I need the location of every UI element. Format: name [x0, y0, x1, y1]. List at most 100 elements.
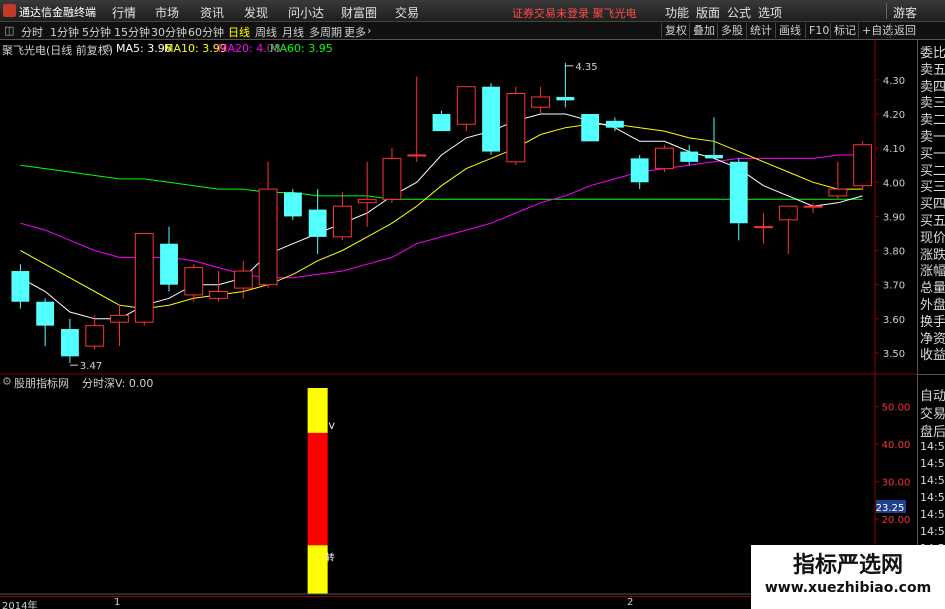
candle — [407, 76, 427, 162]
candle-body — [134, 232, 154, 323]
menu-formula[interactable]: 公式 — [727, 4, 751, 21]
candle — [605, 117, 624, 132]
sidebar-item: 收益 — [920, 348, 945, 364]
candle — [110, 305, 129, 347]
candle — [803, 202, 823, 213]
candle-body — [853, 144, 873, 187]
menu-discover[interactable]: 发现 — [244, 4, 268, 21]
f10-button[interactable]: F10 — [805, 23, 832, 38]
indicator-bar-middle — [307, 432, 328, 546]
tab-1min[interactable]: 1分钟 — [50, 24, 79, 40]
stats-button[interactable]: 统计 — [746, 23, 775, 38]
candle-body — [85, 325, 105, 347]
price-tick-label: 3.70 — [883, 281, 905, 292]
menu-options[interactable]: 选项 — [758, 4, 782, 21]
high-marker-label: 4.35 — [575, 62, 597, 73]
back-button[interactable]: 返回 — [890, 23, 919, 38]
ind-tick-label: 30.00 — [882, 478, 911, 489]
candle-body — [581, 114, 600, 142]
indicator-bar-bottom — [307, 545, 328, 594]
candle-body — [605, 120, 624, 128]
ma60-value: MA60: 3.95 — [270, 42, 333, 55]
sidebar-divider — [918, 374, 945, 375]
draw-line-button[interactable]: 画线 — [775, 23, 804, 38]
menu-quotes[interactable]: 行情 — [112, 4, 136, 21]
tab-monthly[interactable]: 月线 — [282, 24, 304, 40]
candle-body — [110, 314, 129, 323]
candle — [680, 144, 699, 166]
sidebar-lower-item: 交易 — [920, 407, 945, 422]
quote-sidebar: 委比 卖五 卖四 卖三 卖二 卖一 买一 买二 买三 买四 买五 现价 涨跌 涨幅 总量 外盘 换手 净资 收益 自动… — [917, 40, 945, 609]
menu-wealth[interactable]: 财富圈 — [341, 4, 377, 21]
panel-toggle-icon[interactable]: ◫ — [4, 24, 14, 37]
watermark-url: www.xuezhibiao.com — [764, 580, 932, 596]
watermark-title: 指标严选网 — [792, 553, 903, 578]
indicator-info-line: ⚙ 股朋指标网 分时深V: 0.00 — [0, 374, 915, 390]
indicator-settings-icon[interactable]: ⚙ — [2, 375, 12, 388]
candle — [36, 298, 55, 347]
tab-5min[interactable]: 5分钟 — [82, 24, 111, 40]
tab-15min[interactable]: 15分钟 — [114, 24, 150, 40]
chart-info-line: 聚飞光电(日线 前复权) ⚙ MA5: 3.96 MA10: 3.99 MA20… — [0, 40, 915, 57]
menu-layout[interactable]: 版面 — [696, 4, 720, 21]
tab-daily[interactable]: 日线 — [228, 24, 250, 40]
candle-body — [531, 96, 551, 108]
candle-body — [258, 188, 278, 286]
candle-body — [432, 114, 451, 132]
title-separator — [886, 3, 887, 19]
sidebar-time: 14:56 — [920, 440, 945, 453]
ind-highlight-label: 23.25 — [876, 503, 905, 514]
candle — [85, 315, 105, 350]
candle — [531, 86, 551, 115]
candle — [729, 158, 748, 241]
tab-weekly[interactable]: 周线 — [255, 24, 277, 40]
tab-60min[interactable]: 60分钟 — [188, 24, 224, 40]
candle — [556, 62, 575, 108]
indicator-name: 股朋指标网 — [14, 377, 69, 390]
price-tick-label: 4.10 — [883, 144, 905, 155]
title-bar: 通达信金融终端 行情 市场 资讯 发现 问小达 财富圈 交易 证券交易未登录 聚… — [0, 0, 945, 22]
candle-body — [332, 205, 352, 238]
candle — [705, 117, 723, 159]
candle-body — [680, 151, 699, 162]
menu-news[interactable]: 资讯 — [200, 4, 224, 21]
price-tick-label: 4.30 — [883, 76, 905, 87]
candlestick-series: 4.35 3.47 — [11, 62, 873, 372]
menu-function[interactable]: 功能 — [665, 4, 689, 21]
candle — [778, 205, 798, 254]
low-marker-label: 3.47 — [80, 361, 102, 372]
candle-body — [209, 291, 228, 299]
guest-label[interactable]: 游客 — [893, 4, 917, 21]
candle-body — [506, 93, 526, 163]
menu-trade[interactable]: 交易 — [395, 4, 419, 21]
candle-body — [308, 209, 327, 237]
menu-ask[interactable]: 问小达 — [288, 4, 324, 21]
overlay-button[interactable]: 叠加 — [689, 23, 718, 38]
price-axis: 4.30 4.20 4.10 4.00 3.90 3.80 3.70 3.60 3.50 50.0… — [875, 76, 910, 526]
tab-multi-period[interactable]: 多周期 — [309, 24, 342, 40]
candle-body — [456, 86, 476, 125]
tab-30min[interactable]: 30分钟 — [151, 24, 187, 40]
mark-button[interactable]: 标记 — [830, 23, 859, 38]
candle — [61, 318, 79, 364]
price-tick-label: 3.60 — [883, 315, 905, 326]
sidebar-time: 14:56 — [920, 508, 945, 521]
candle — [160, 226, 178, 292]
tab-timeshare[interactable]: 分时 — [21, 24, 43, 40]
multi-stock-button[interactable]: 多股 — [717, 23, 746, 38]
login-warning: 证券交易未登录 聚飞光电 — [512, 7, 637, 20]
candle-body — [233, 270, 253, 289]
tab-more[interactable]: 更多 — [344, 24, 366, 40]
menu-market[interactable]: 市场 — [155, 4, 179, 21]
settings-icon[interactable]: ⚙ — [103, 42, 113, 55]
adjust-button[interactable]: 复权 — [661, 23, 690, 38]
candle-body — [754, 226, 773, 229]
indicator-label-top: V — [329, 422, 336, 432]
candle-body — [283, 192, 302, 217]
indicator-bar-top — [307, 388, 328, 433]
date-label-month-1: 1 — [114, 597, 121, 608]
kline-chart[interactable]: 4.353.47 V转 4.304.204.104.003.903.803.70… — [0, 40, 917, 596]
more-chevron-icon[interactable]: › — [367, 24, 371, 37]
candle-body — [705, 154, 723, 159]
candle — [134, 232, 154, 326]
